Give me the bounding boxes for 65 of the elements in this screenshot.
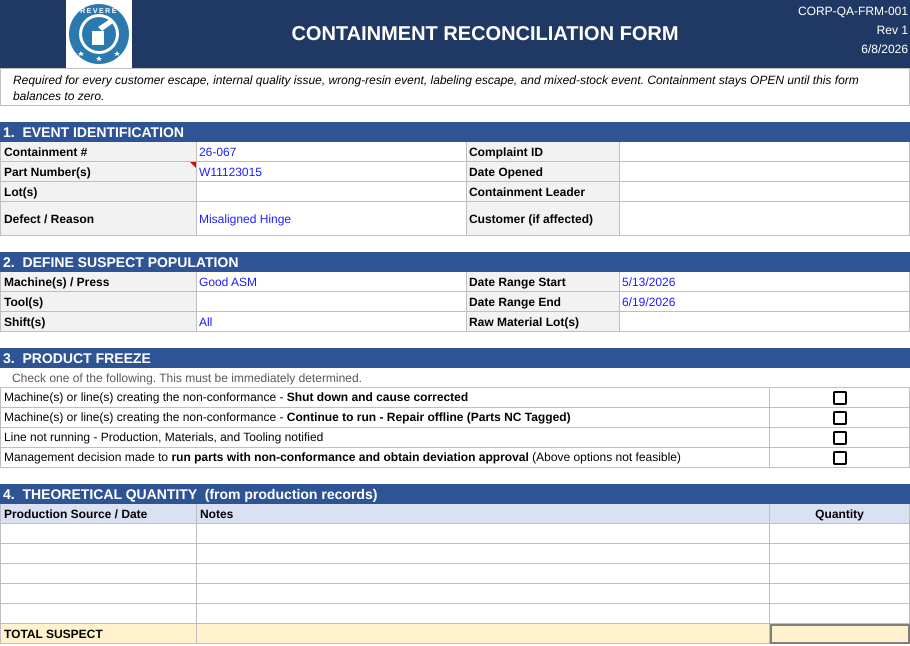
field-value[interactable] (620, 312, 910, 332)
field-label: Complaint ID (467, 142, 620, 162)
option-text: Line not running - Production, Materials, and Tooling notified (4, 430, 324, 444)
field-label: Containment Leader (467, 182, 620, 202)
field-label: Date Range End (467, 292, 620, 312)
checkbox[interactable] (832, 450, 846, 464)
checkbox[interactable] (832, 390, 846, 404)
table-cell[interactable] (770, 544, 910, 564)
field-label: Lot(s) (0, 182, 197, 202)
instruction-text: Required for every customer escape, internal quality issue, wrong-resin event, labeling escape, and mixed-stock event. Containment stays OPEN until this form balances to zero. (0, 68, 910, 106)
table-cell[interactable] (197, 544, 770, 564)
table-cell[interactable] (0, 524, 197, 544)
form-date: 6/8/2026 (861, 42, 908, 56)
column-header: Quantity (770, 504, 910, 524)
section-heading: 3. PRODUCT FREEZE (0, 348, 910, 368)
field-label: Machine(s) / Press (0, 272, 197, 292)
field-label: Tool(s) (0, 292, 197, 312)
field-value[interactable]: W11123015 (197, 162, 467, 182)
field-label: Defect / Reason (0, 202, 197, 236)
field-label: Date Opened (467, 162, 620, 182)
column-header: Notes (197, 504, 770, 524)
field-value[interactable] (197, 292, 467, 312)
field-label: Customer (if affected) (467, 202, 620, 236)
field-value[interactable]: 5/13/2026 (620, 272, 910, 292)
field-value[interactable] (620, 142, 910, 162)
field-value[interactable] (620, 162, 910, 182)
field-value[interactable]: Good ASM (197, 272, 467, 292)
table-cell[interactable] (197, 564, 770, 584)
table-cell[interactable] (770, 564, 910, 584)
checkbox[interactable] (832, 430, 846, 444)
table-cell[interactable] (0, 584, 197, 604)
field-value[interactable] (620, 182, 910, 202)
field-label: Date Range Start (467, 272, 620, 292)
option-text: Management decision made to run parts with non-conformance and obtain deviation approval (Above options not feasible) (4, 450, 681, 464)
field-label: Raw Material Lot(s) (467, 312, 620, 332)
section-heading: 1. EVENT IDENTIFICATION (0, 122, 910, 142)
instruction-text: Check one of the following. This must be immediately determined. (0, 368, 910, 388)
table-cell[interactable] (770, 584, 910, 604)
option-text: Machine(s) or line(s) creating the non-conformance - Shut down and cause corrected (4, 390, 468, 404)
table-cell[interactable] (0, 544, 197, 564)
field-label: Part Number(s) (0, 162, 197, 182)
table-cell[interactable] (770, 524, 910, 544)
logo-drawing (69, 4, 129, 64)
table-cell[interactable] (0, 564, 197, 584)
total-label: TOTAL SUSPECT (0, 624, 197, 644)
field-label: Shift(s) (0, 312, 197, 332)
total-quantity-cell[interactable] (770, 624, 910, 644)
section-heading: 2. DEFINE SUSPECT POPULATION (0, 252, 910, 272)
table-cell[interactable] (197, 524, 770, 544)
field-value[interactable] (197, 182, 467, 202)
field-label: Containment # (0, 142, 197, 162)
field-value[interactable]: 6/19/2026 (620, 292, 910, 312)
checkbox[interactable] (832, 410, 846, 424)
table-cell[interactable] (197, 584, 770, 604)
form-title: CONTAINMENT RECONCILIATION FORM (290, 22, 680, 46)
revision-label: Rev 1 (876, 23, 908, 37)
field-value[interactable]: All (197, 312, 467, 332)
column-header: Production Source / Date (0, 504, 197, 524)
field-value[interactable]: 26-067 (197, 142, 467, 162)
field-value[interactable]: Misaligned Hinge (197, 202, 467, 236)
option-text: Machine(s) or line(s) creating the non-conformance - Continue to run - Repair offline (Parts NC Tagged) (4, 410, 571, 424)
section-heading: 4. THEORETICAL QUANTITY (from production records) (0, 484, 910, 504)
comment-indicator-icon (190, 162, 196, 168)
document-id: CORP-QA-FRM-001 (798, 4, 908, 18)
field-value[interactable] (620, 202, 910, 236)
